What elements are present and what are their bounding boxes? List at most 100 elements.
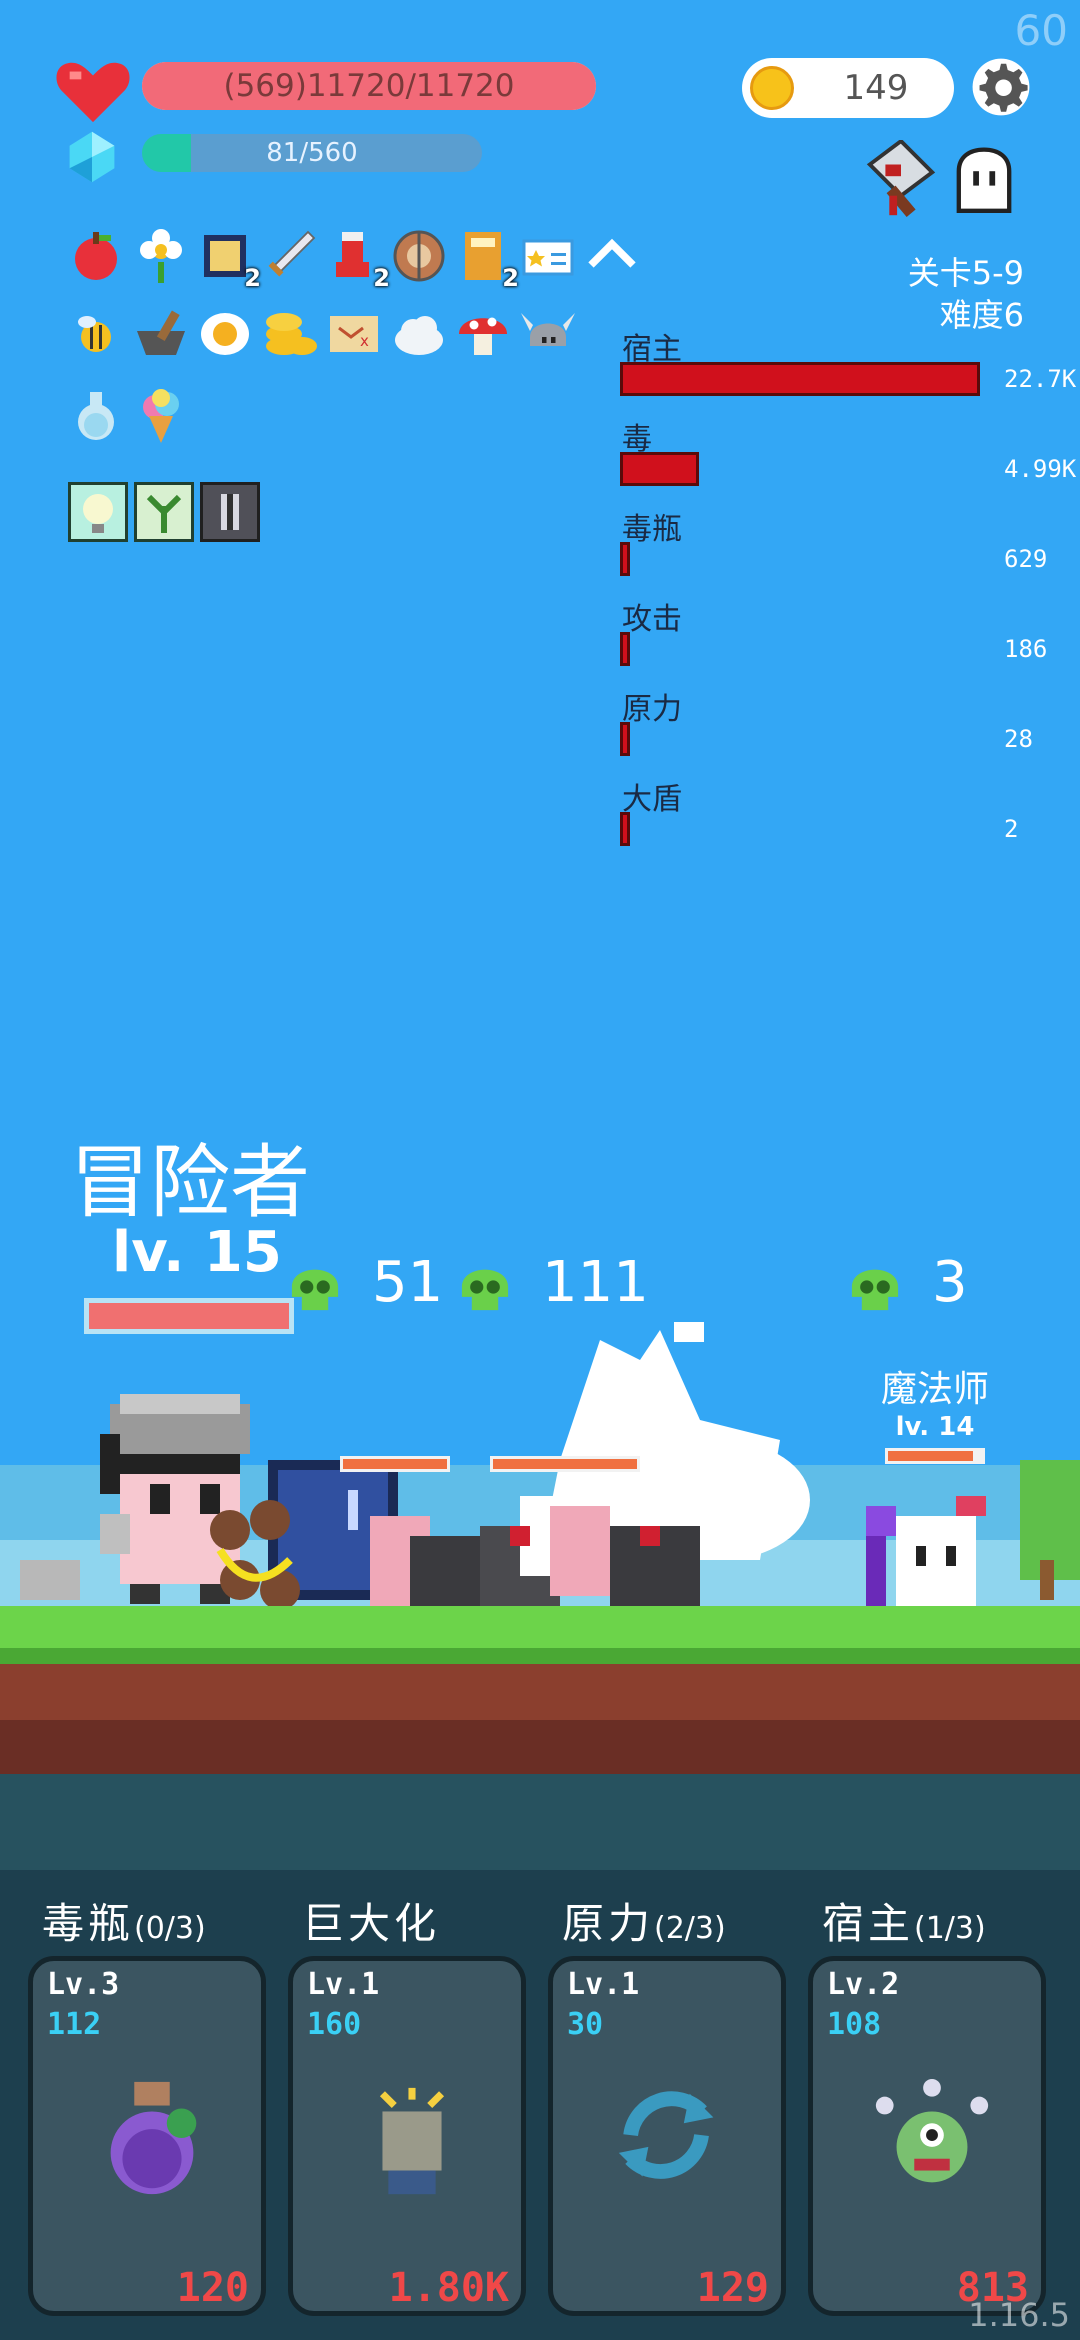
fried-egg-icon[interactable] — [195, 304, 255, 364]
poison-splash-sprite — [210, 1500, 300, 1610]
collapse-chevron-icon[interactable] — [582, 226, 642, 286]
flower-icon[interactable] — [131, 226, 191, 286]
damage-bar — [620, 722, 630, 756]
damage-bar — [620, 362, 980, 396]
scroll-card-icon[interactable]: 2 — [195, 226, 261, 292]
enemy-count: 111 — [542, 1250, 649, 1315]
damage-stat-row: 宿主 22.7K — [620, 324, 1080, 414]
skill-card[interactable]: Lv.1 160 1.80K — [288, 1956, 526, 2316]
water-band — [0, 1774, 1080, 1870]
skill-progress: (0/3) — [134, 1911, 206, 1946]
hero-level: lv. 15 — [112, 1220, 282, 1285]
damage-source-label: 毒瓶 — [622, 512, 682, 547]
skull-icon — [452, 1254, 518, 1320]
enemy-hp-fill — [493, 1459, 637, 1469]
damage-value: 28 — [1004, 725, 1033, 753]
settings-gear-icon[interactable] — [970, 56, 1032, 118]
treasure-map-icon[interactable]: x — [324, 304, 384, 364]
boot-icon[interactable]: 2 — [324, 226, 390, 292]
shield-icon[interactable] — [389, 226, 449, 286]
damage-stat-row: 毒瓶 629 — [620, 504, 1080, 594]
skill-value: 108 — [827, 2007, 882, 2042]
id-card-icon[interactable] — [518, 226, 578, 286]
hp-bar: (569)11720/11720 — [142, 62, 596, 110]
enemy-hp-fill — [888, 1451, 973, 1461]
skull-icon — [282, 1254, 348, 1320]
damage-source-label: 大盾 — [622, 782, 682, 817]
damage-source-label: 攻击 — [622, 602, 682, 637]
sword-icon[interactable] — [260, 226, 320, 286]
damage-stat-row: 原力 28 — [620, 684, 1080, 774]
skill-progress: (1/3) — [914, 1911, 986, 1946]
skill-level: Lv.1 — [567, 1967, 640, 2002]
grass-edge — [0, 1648, 1080, 1664]
sprout-skill-icon[interactable] — [134, 482, 194, 542]
skill-card[interactable]: Lv.1 30 129 — [548, 1956, 786, 2316]
skill-card[interactable]: Lv.2 108 813 — [808, 1956, 1046, 2316]
item-count-badge: 2 — [244, 264, 261, 292]
mushroom-icon[interactable] — [453, 304, 513, 364]
enemy-hp-bar — [490, 1456, 640, 1472]
enemy-name: 魔法师 — [880, 1369, 989, 1410]
skill-level: Lv.1 — [307, 1967, 380, 2002]
cleaver-icon[interactable] — [862, 140, 940, 228]
damage-value: 2 — [1004, 815, 1019, 843]
skill-value: 30 — [567, 2007, 604, 2042]
enemy-hp-bar — [885, 1448, 985, 1464]
crystal-icon — [69, 131, 115, 183]
cycle-arrows-icon — [607, 2071, 737, 2211]
wizard-enemy-sprite — [866, 1496, 986, 1606]
parasite-monster-icon — [867, 2071, 997, 2211]
coin-amount: 149 — [843, 68, 909, 108]
mana-text: 81/560 — [266, 138, 358, 168]
stage-level: 关卡5-9 — [907, 254, 1024, 292]
apple-icon[interactable] — [66, 226, 126, 286]
enemy-hp-fill — [343, 1459, 447, 1469]
enemy-hp-bar — [340, 1456, 450, 1472]
skill-cost: 129 — [696, 2265, 769, 2311]
skill-title: 原力(2/3) — [562, 1890, 726, 1951]
wizard-enemy-label: 魔法师 lv. 14 — [870, 1360, 1000, 1464]
skill-cost: 120 — [176, 2265, 249, 2311]
viking-helmet-icon[interactable] — [518, 304, 578, 364]
damage-bar — [620, 632, 630, 666]
book-icon[interactable]: 2 — [453, 226, 519, 292]
mana-bar: 81/560 — [142, 134, 482, 172]
enemy-pack-sprites — [370, 1496, 700, 1606]
skill-card[interactable]: Lv.3 112 120 — [28, 1956, 266, 2316]
hp-text: (569)11720/11720 — [223, 68, 515, 104]
lightbulb-skill-icon[interactable] — [68, 482, 128, 542]
fps-counter: 60 — [1014, 6, 1068, 55]
hero-hp-fill — [89, 1303, 289, 1329]
fist-icon — [347, 2071, 477, 2211]
damage-bar — [620, 542, 630, 576]
skill-name: 毒瓶 — [42, 1899, 135, 1948]
coin-counter: 149 — [742, 58, 954, 118]
damage-stat-row: 攻击 186 — [620, 594, 1080, 684]
damage-value: 22.7K — [1004, 365, 1077, 393]
coin-stack-icon[interactable] — [260, 304, 320, 364]
skill-name: 原力 — [562, 1899, 655, 1948]
damage-value: 629 — [1004, 545, 1048, 573]
enemy-level: lv. 14 — [895, 1412, 975, 1442]
coin-icon — [750, 66, 794, 110]
potion-flask-icon[interactable] — [66, 386, 126, 446]
skill-level: Lv.2 — [827, 1967, 900, 2002]
skill-title: 宿主(1/3) — [822, 1890, 986, 1951]
dirt-deep-layer — [0, 1720, 1080, 1774]
ghost-icon[interactable] — [948, 144, 1020, 220]
dark-skill-icon[interactable] — [200, 482, 260, 542]
enemy-count: 3 — [932, 1250, 968, 1315]
skill-level: Lv.3 — [47, 1967, 120, 2002]
skill-value: 112 — [47, 2007, 102, 2042]
mortar-icon[interactable] — [131, 304, 191, 364]
skill-progress: (2/3) — [654, 1911, 726, 1946]
ice-cream-icon[interactable] — [131, 386, 191, 446]
hero-name: 冒险者 — [70, 1136, 310, 1229]
damage-stat-row: 大盾 2 — [620, 774, 1080, 864]
skill-value: 160 — [307, 2007, 362, 2042]
bee-icon[interactable] — [66, 304, 126, 364]
hero-hp-bar — [84, 1298, 294, 1334]
damage-bar — [620, 812, 630, 846]
cloud-icon[interactable] — [389, 304, 449, 364]
